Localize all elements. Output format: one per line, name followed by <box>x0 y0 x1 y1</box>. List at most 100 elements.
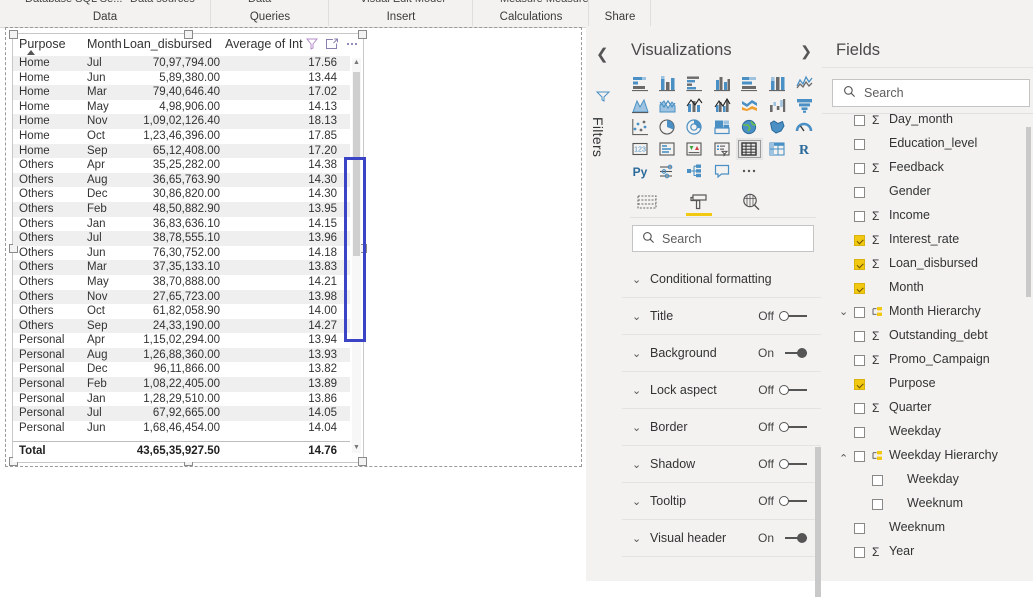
ribbon-clipped-label[interactable]: Data sources <box>130 0 195 5</box>
line-and-stacked-column-chart-icon[interactable] <box>681 94 708 116</box>
field-checkbox[interactable] <box>872 475 883 486</box>
table-row[interactable]: OthersMay38,70,888.0014.21 <box>13 275 350 290</box>
field-checkbox[interactable] <box>854 379 865 390</box>
gauge-icon[interactable] <box>790 116 817 138</box>
table-row[interactable]: OthersNov27,65,723.0013.98 <box>13 290 350 305</box>
toggle-switch[interactable] <box>779 495 809 507</box>
clustered-bar-chart-icon[interactable] <box>681 72 708 94</box>
table-row[interactable]: HomeNov1,09,02,126.4018.13 <box>13 114 350 129</box>
toggle-group[interactable]: Off <box>758 420 809 434</box>
field-item[interactable]: ⌄Month Hierarchy <box>822 301 1027 325</box>
toggle-switch[interactable] <box>779 532 809 544</box>
chevron-down-icon[interactable]: ⌄ <box>632 347 641 360</box>
toggle-switch[interactable] <box>779 458 809 470</box>
ribbon-chart-icon[interactable] <box>736 94 763 116</box>
field-checkbox[interactable] <box>854 115 865 126</box>
slicer-icon[interactable] <box>708 138 735 160</box>
chevron-down-icon[interactable]: ⌄ <box>632 421 641 434</box>
field-item[interactable]: ΣInterest_rate <box>822 229 1027 253</box>
resize-handle-bottom-right[interactable] <box>358 457 367 466</box>
field-item[interactable]: ΣYear <box>822 541 1027 565</box>
format-pane-tab[interactable] <box>682 189 716 215</box>
card-icon[interactable]: 123 <box>626 138 653 160</box>
field-item[interactable]: ΣIncome <box>822 205 1027 229</box>
table-row[interactable]: PersonalJul67,92,665.0014.05 <box>13 406 350 421</box>
field-checkbox[interactable] <box>854 259 865 270</box>
table-row[interactable]: HomeMay4,98,906.0014.13 <box>13 100 350 115</box>
chevron-down-icon[interactable]: ⌄ <box>632 273 641 286</box>
table-row[interactable]: OthersAug36,65,763.9014.30 <box>13 173 350 188</box>
table-row[interactable]: PersonalAug1,26,88,360.0013.93 <box>13 348 350 363</box>
field-checkbox[interactable] <box>854 427 865 438</box>
field-item[interactable]: Gender <box>822 181 1027 205</box>
table-row[interactable]: OthersMar37,35,133.1013.83 <box>13 260 350 275</box>
visual-type-gallery[interactable]: 123 R Py <box>626 72 818 182</box>
chevron-down-icon[interactable]: ⌄ <box>632 458 641 471</box>
toggle-switch[interactable] <box>779 347 809 359</box>
stacked-area-chart-icon[interactable] <box>653 94 680 116</box>
focus-mode-icon[interactable] <box>323 35 340 52</box>
funnel-icon[interactable] <box>595 89 611 106</box>
table-row[interactable]: OthersJan36,83,636.1014.15 <box>13 217 350 232</box>
donut-chart-icon[interactable] <box>681 116 708 138</box>
table-row[interactable]: OthersSep24,33,190.0014.27 <box>13 319 350 334</box>
kpi-icon[interactable] <box>681 138 708 160</box>
format-option-visual-header[interactable]: ⌄Visual headerOn <box>622 520 821 557</box>
table-row[interactable]: PersonalJun1,68,46,454.0014.04 <box>13 421 350 436</box>
format-option-title[interactable]: ⌄TitleOff <box>622 298 821 335</box>
field-checkbox[interactable] <box>854 163 865 174</box>
python-visual-icon[interactable]: Py <box>626 160 653 182</box>
table-row[interactable]: PersonalFeb1,08,22,405.0013.89 <box>13 377 350 392</box>
chevron-down-icon[interactable]: ⌄ <box>632 532 641 545</box>
column-header-month[interactable]: Month <box>87 37 122 51</box>
table-visual[interactable]: Purpose Month Loan_disbursed Average of … <box>12 33 364 463</box>
table-row[interactable]: HomeJul70,97,794.0017.56 <box>13 56 350 71</box>
field-item[interactable]: ΣFeedback <box>822 157 1027 181</box>
toggle-switch[interactable] <box>779 421 809 433</box>
field-checkbox[interactable] <box>854 211 865 222</box>
more-visuals-icon[interactable] <box>736 160 763 182</box>
field-item[interactable]: Weekday <box>822 469 1027 493</box>
expand-pane-icon[interactable]: ❯ <box>800 43 812 60</box>
clustered-column-chart-icon[interactable] <box>708 72 735 94</box>
area-chart-icon[interactable] <box>626 94 653 116</box>
toggle-group[interactable]: Off <box>758 494 809 508</box>
field-checkbox[interactable] <box>854 331 865 342</box>
filled-map-icon[interactable] <box>763 116 790 138</box>
waterfall-chart-icon[interactable] <box>763 94 790 116</box>
field-checkbox[interactable] <box>854 139 865 150</box>
toggle-switch[interactable] <box>779 310 809 322</box>
fields-pane-scrollbar[interactable] <box>1026 127 1031 297</box>
filter-icon[interactable] <box>303 35 320 52</box>
matrix-icon[interactable] <box>763 138 790 160</box>
fields-pane-tab[interactable] <box>630 189 664 215</box>
toggle-group[interactable]: On <box>758 531 809 545</box>
field-item[interactable]: ⌃Weekday Hierarchy <box>822 445 1027 469</box>
column-header-loan-disbursed[interactable]: Loan_disbursed <box>123 37 212 51</box>
field-item[interactable]: Month <box>822 277 1027 301</box>
stacked-column-chart-icon[interactable] <box>653 72 680 94</box>
table-row[interactable]: OthersDec30,86,820.0014.30 <box>13 187 350 202</box>
table-row[interactable]: PersonalApr1,15,02,294.0013.94 <box>13 333 350 348</box>
toggle-group[interactable]: On <box>758 346 809 360</box>
line-and-clustered-column-chart-icon[interactable] <box>708 94 735 116</box>
field-item[interactable]: ΣQuarter <box>822 397 1027 421</box>
field-checkbox[interactable] <box>854 187 865 198</box>
format-option-shadow[interactable]: ⌄ShadowOff <box>622 446 821 483</box>
field-item[interactable]: ΣLoan_disbursed <box>822 253 1027 277</box>
treemap-icon[interactable] <box>708 116 735 138</box>
table-row[interactable]: OthersFeb48,50,882.9013.95 <box>13 202 350 217</box>
field-item[interactable]: Weekday <box>822 421 1027 445</box>
field-item[interactable]: ΣDay_month <box>822 109 1027 133</box>
ribbon-clipped-label[interactable]: Measure Measure <box>500 0 589 5</box>
r-script-visual-icon[interactable]: R <box>790 138 817 160</box>
collapse-pane-icon[interactable]: ❮ <box>596 45 609 63</box>
key-influencers-icon[interactable] <box>653 160 680 182</box>
format-option-background[interactable]: ⌄BackgroundOn <box>622 335 821 372</box>
field-item[interactable]: Education_level <box>822 133 1027 157</box>
format-option-lock-aspect[interactable]: ⌄Lock aspectOff <box>622 372 821 409</box>
ribbon-clipped-label[interactable]: Data <box>248 0 271 5</box>
table-row[interactable]: HomeOct1,23,46,396.0017.85 <box>13 129 350 144</box>
scroll-down-arrow[interactable]: ▼ <box>352 443 361 453</box>
toggle-switch[interactable] <box>779 384 809 396</box>
